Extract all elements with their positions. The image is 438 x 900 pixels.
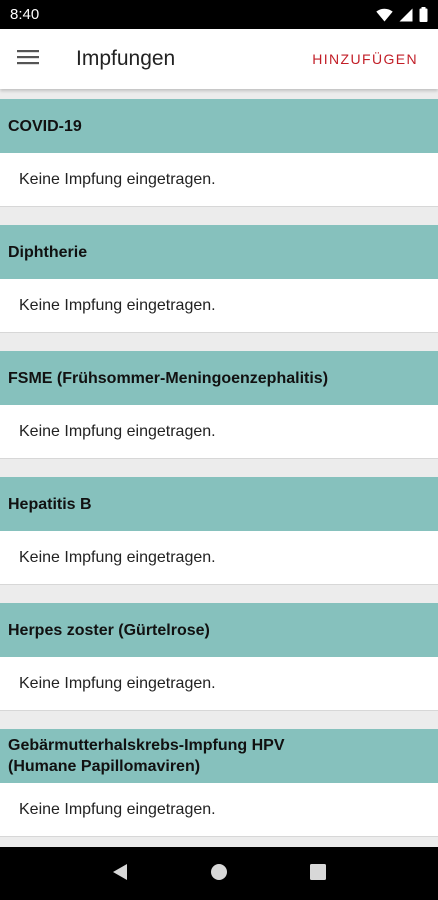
menu-button[interactable] [0,29,56,89]
back-icon [112,863,128,885]
empty-state-text: Keine Impfung eingetragen. [19,170,216,188]
system-nav-bar [0,847,438,900]
app-bar: Impfungen HINZUFÜGEN [0,29,438,89]
section-header: FSME (Frühsommer-Meningoenzephalitis) [0,351,438,405]
section-entry[interactable]: Keine Impfung eingetragen. [0,531,438,585]
vaccine-section: FSME (Frühsommer-Meningoenzephalitis) Ke… [0,351,438,459]
section-entry[interactable]: Keine Impfung eingetragen. [0,657,438,711]
vaccine-section: Gebärmutterhalskrebs-Impfung HPV (Humane… [0,729,438,837]
vaccination-list: COVID-19 Keine Impfung eingetragen. Diph… [0,89,438,847]
vaccine-section: Diphtherie Keine Impfung eingetragen. [0,225,438,333]
wifi-icon [376,8,393,22]
battery-icon [419,7,428,22]
section-header: Gebärmutterhalskrebs-Impfung HPV (Humane… [0,729,438,783]
section-header: Hepatitis B [0,477,438,531]
empty-state-text: Keine Impfung eingetragen. [19,674,216,692]
empty-state-text: Keine Impfung eingetragen. [19,422,216,440]
status-bar: 8:40 [0,0,438,29]
section-title: Diphtherie [8,243,88,261]
section-header: COVID-19 [0,99,438,153]
signal-icon [399,8,413,22]
section-title: Gebärmutterhalskrebs-Impfung HPV (Humane… [8,737,285,775]
page-title: Impfungen [76,47,176,70]
recents-button[interactable] [298,854,338,894]
add-button[interactable]: HINZUFÜGEN [312,51,418,67]
section-title: Hepatitis B [8,495,92,513]
vaccine-section: Herpes zoster (Gürtelrose) Keine Impfung… [0,603,438,711]
home-button[interactable] [199,854,239,894]
section-title: COVID-19 [8,117,82,135]
section-title: Herpes zoster (Gürtelrose) [8,621,210,639]
recents-icon [310,863,327,884]
back-button[interactable] [100,854,140,894]
home-icon [210,863,228,885]
status-icons [376,7,428,22]
section-entry[interactable]: Keine Impfung eingetragen. [0,783,438,837]
vaccine-section: COVID-19 Keine Impfung eingetragen. [0,99,438,207]
section-title: FSME (Frühsommer-Meningoenzephalitis) [8,369,329,387]
section-entry[interactable]: Keine Impfung eingetragen. [0,153,438,207]
section-entry[interactable]: Keine Impfung eingetragen. [0,279,438,333]
section-entry[interactable]: Keine Impfung eingetragen. [0,405,438,459]
empty-state-text: Keine Impfung eingetragen. [19,548,216,566]
hamburger-menu-icon [17,49,39,69]
empty-state-text: Keine Impfung eingetragen. [19,296,216,314]
section-header: Diphtherie [0,225,438,279]
vaccine-section: Hepatitis B Keine Impfung eingetragen. [0,477,438,585]
status-time: 8:40 [10,6,40,23]
section-header: Herpes zoster (Gürtelrose) [0,603,438,657]
empty-state-text: Keine Impfung eingetragen. [19,800,216,818]
